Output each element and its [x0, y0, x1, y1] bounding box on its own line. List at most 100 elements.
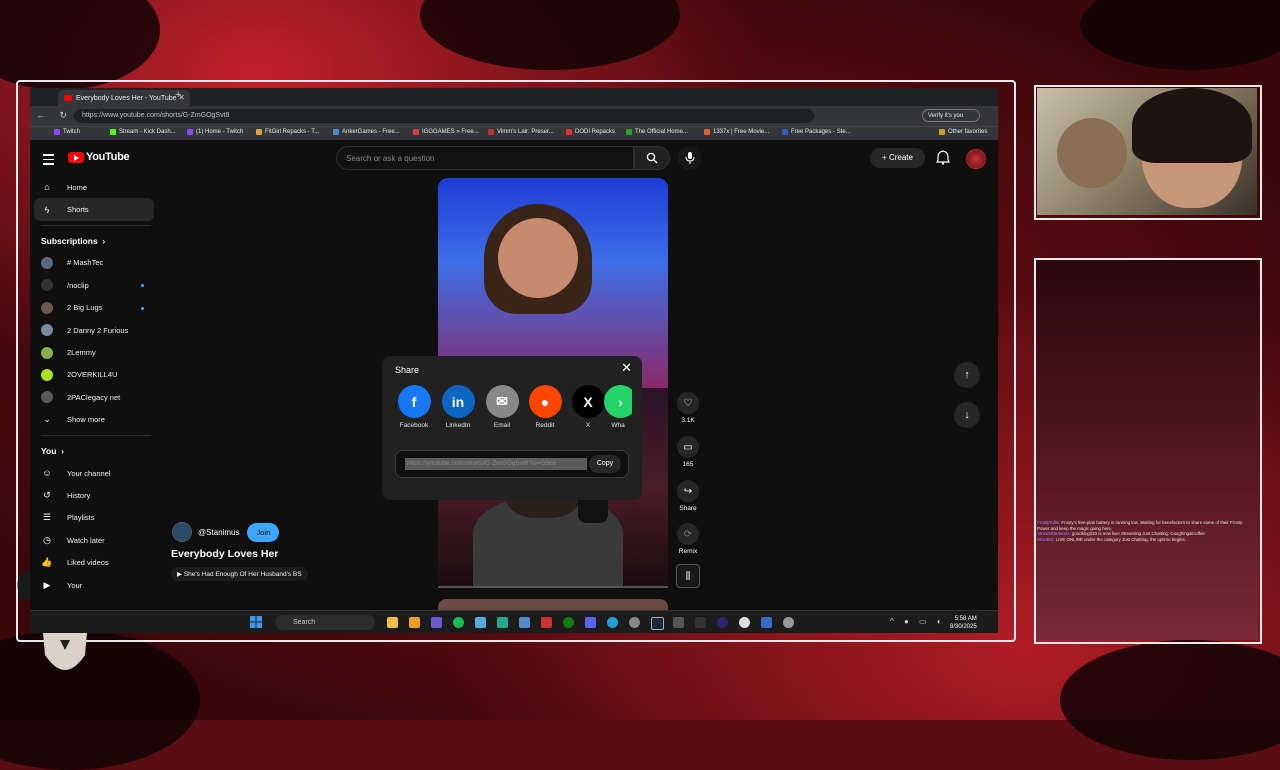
subscription-item[interactable]: 2 Danny 2 Furious	[34, 319, 154, 341]
system-tray-icons[interactable]: ^ ● ▭ ◐	[890, 617, 946, 626]
copy-button[interactable]: Copy	[589, 455, 621, 473]
browser-tab[interactable]: Everybody Loves Her - YouTube ✕	[58, 90, 190, 106]
webcam-feed	[1037, 88, 1257, 215]
youtube-logo[interactable]: YouTube	[68, 151, 130, 163]
steam-icon[interactable]	[651, 617, 664, 630]
share-email[interactable]: ✉ Email	[482, 385, 522, 429]
account-avatar[interactable]	[966, 149, 986, 169]
windows-start-icon[interactable]	[250, 616, 262, 628]
audio-track-action[interactable]: ⫼	[676, 564, 700, 591]
subscription-item[interactable]: 2OVERKILL4U	[34, 364, 154, 386]
whatsapp-icon: ›	[604, 385, 632, 418]
next-short-button[interactable]: ↓	[954, 402, 980, 428]
share-facebook[interactable]: f Facebook	[394, 385, 434, 429]
bookmark-item[interactable]: Stream - Kick Dash...	[110, 129, 176, 135]
sidebar-item-your[interactable]: ▶ Your	[34, 574, 154, 596]
facebook-icon: f	[397, 385, 431, 418]
menu-icon[interactable]	[43, 154, 54, 168]
sidebar-item-history[interactable]: ↺ History	[34, 484, 154, 506]
taskbar-app-icon[interactable]	[519, 617, 530, 628]
system-clock[interactable]: 5:58 AM 8/30/2025	[950, 615, 977, 631]
join-button[interactable]: Join	[247, 522, 280, 542]
microphone-icon	[685, 152, 695, 164]
verify-profile-button[interactable]: Verify it's you	[922, 109, 980, 122]
create-button[interactable]: + Create	[870, 148, 925, 168]
shorts-icon: ϟ	[44, 204, 50, 215]
channel-name[interactable]: @Stanimus	[198, 528, 239, 537]
nav-buttons-icon[interactable]: ← ↻	[36, 110, 73, 121]
sidebar-item-watch-later[interactable]: ◷ Watch later	[34, 529, 154, 551]
sidebar-item-liked-videos[interactable]: 👍 Liked videos	[34, 551, 154, 573]
bookmark-item[interactable]: 1337x | Free Movie...	[704, 129, 769, 135]
share-link-field[interactable]: https://youtube.com/shorts/G-ZmGOgSvt8?s…	[405, 458, 587, 470]
tab-bar: Everybody Loves Her - YouTube ✕ +	[30, 88, 998, 106]
show-more-button[interactable]: ⌄ Show more	[34, 409, 154, 431]
home-icon: ⌂	[44, 182, 50, 193]
you-header[interactable]: You ›	[34, 440, 154, 462]
chat-messages: FrostyTollis: Frosty's free-plan battery…	[1037, 520, 1255, 542]
new-tab-icon[interactable]: +	[175, 89, 181, 101]
background-painting	[1057, 118, 1127, 188]
short-sound-tag[interactable]: ▶ She's Had Enough Of Her Husband's BS	[171, 567, 308, 581]
sidebar-item-shorts[interactable]: ϟ Shorts	[34, 198, 154, 221]
channel-avatar[interactable]	[172, 522, 192, 542]
search-button[interactable]	[634, 146, 670, 170]
taskbar-app-icon[interactable]	[541, 617, 552, 628]
url-field[interactable]: https://www.youtube.com/shorts/G-ZmGOgSv…	[74, 109, 814, 123]
sidebar-item-your-channel[interactable]: ☺ Your channel	[34, 462, 154, 484]
taskbar-app-icon[interactable]	[475, 617, 486, 628]
channel-avatar	[41, 301, 53, 314]
share-linkedin[interactable]: in LinkedIn	[438, 385, 478, 429]
taskbar-app-icon[interactable]	[497, 617, 508, 628]
taskbar-app-icon[interactable]	[695, 617, 706, 628]
taskbar-app-icon[interactable]	[409, 617, 420, 628]
share-x[interactable]: XX	[568, 385, 608, 429]
subscription-item[interactable]: # MashTec	[34, 252, 154, 274]
bookmark-item[interactable]: IGGGAMES » Free...	[413, 129, 479, 135]
share-reddit[interactable]: ● Reddit	[525, 385, 565, 429]
discord-icon[interactable]	[585, 617, 596, 628]
search-input[interactable]: Search or ask a question	[336, 146, 634, 170]
bookmark-item[interactable]: DODI Repacks	[566, 129, 615, 135]
subscription-item[interactable]: 2Lemmy	[34, 341, 154, 363]
taskbar-app-icon[interactable]	[673, 617, 684, 628]
taskbar-app-icon[interactable]	[761, 617, 772, 628]
chrome-icon[interactable]	[739, 617, 750, 628]
taskbar-app-icon[interactable]	[783, 617, 794, 628]
bookmark-item[interactable]: Twitch	[54, 129, 80, 135]
previous-short-button[interactable]: ↑	[954, 362, 980, 388]
share-dialog: Share ✕ f Facebook in LinkedIn ✉ Email ● Red…	[382, 356, 642, 500]
subscription-item[interactable]: 2PAClegacy net	[34, 386, 154, 408]
bookmark-item[interactable]: Vimm's Lair: Preser...	[488, 129, 554, 135]
sidebar-item-playlists[interactable]: ☰ Playlists	[34, 507, 154, 529]
like-action[interactable]: ♡ 3.1K	[676, 392, 700, 424]
close-icon[interactable]: ✕	[621, 360, 632, 376]
voice-search-button[interactable]	[678, 146, 702, 170]
remix-action[interactable]: ⟳ Remix	[676, 523, 700, 555]
bookmark-item[interactable]: Free Packages - Ste...	[782, 129, 851, 135]
bookmark-item[interactable]: The Official Home...	[626, 129, 688, 135]
subscription-item[interactable]: /noclip	[34, 274, 154, 296]
share-whatsapp[interactable]: › Wha	[604, 385, 632, 429]
xbox-icon[interactable]	[563, 617, 574, 628]
video-progress-bar[interactable]	[438, 586, 668, 588]
taskbar-app-icon[interactable]	[629, 617, 640, 628]
share-action[interactable]: ↪ Share	[676, 480, 700, 512]
taskbar-app-icon[interactable]	[431, 617, 442, 628]
comments-action[interactable]: ▭ 165	[676, 436, 700, 468]
bookmark-item[interactable]: AnkerGames - Free...	[333, 129, 400, 135]
spotify-icon[interactable]	[453, 617, 464, 628]
notifications-bell-icon[interactable]	[936, 150, 950, 165]
sidebar-item-home[interactable]: ⌂ Home	[34, 176, 154, 198]
bookmark-item[interactable]: (1) Home - Twitch	[187, 129, 243, 135]
other-favorites[interactable]: Other favorites	[939, 129, 987, 135]
file-explorer-icon[interactable]	[387, 617, 398, 628]
heart-icon: ♡	[677, 392, 699, 414]
obs-icon[interactable]	[717, 617, 728, 628]
subscriptions-header[interactable]: Subscriptions ›	[34, 230, 154, 252]
subscription-item[interactable]: 2 Big Lugs	[34, 297, 154, 319]
taskbar-search[interactable]: Search	[275, 615, 375, 630]
edge-icon[interactable]	[607, 617, 618, 628]
comment-icon: ▭	[677, 436, 699, 458]
bookmark-item[interactable]: FitGirl Repacks - T...	[256, 129, 319, 135]
